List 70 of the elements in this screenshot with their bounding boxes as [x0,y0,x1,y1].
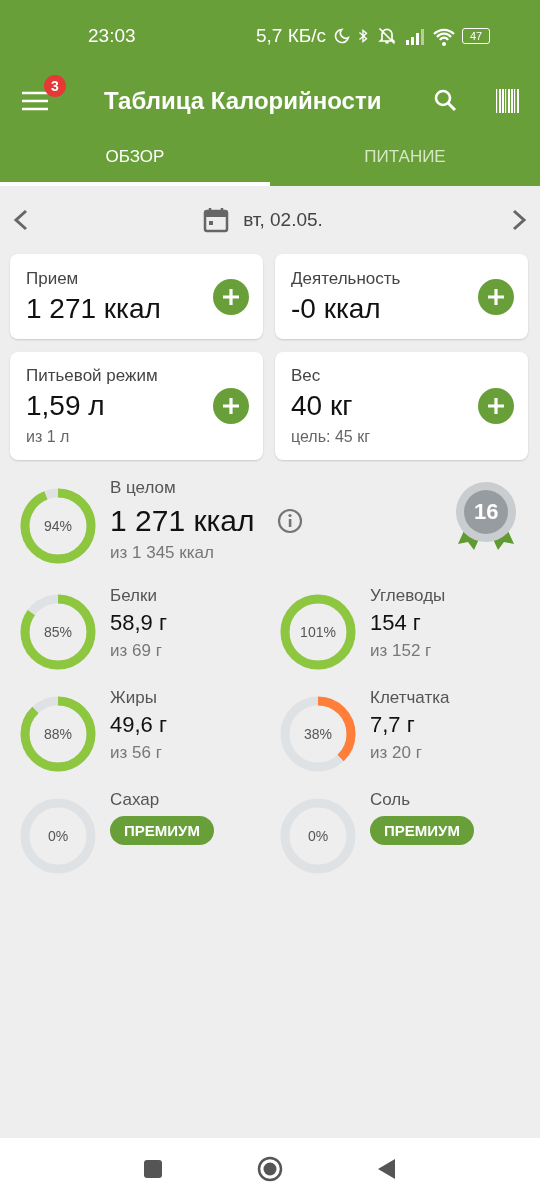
card-label: Питьевой режим [26,366,159,386]
notification-badge: 3 [44,75,66,97]
calendar-icon[interactable] [203,207,230,233]
muted-bell-icon [376,26,398,46]
card-label: Прием [26,268,80,289]
app-title: Таблица Калорийности [104,87,383,115]
nutrient-value: 154 г [370,610,422,636]
card-value: 1 271 ккал [26,292,162,325]
back-icon[interactable] [377,1158,397,1180]
nutrient-goal: из 69 г [110,641,163,661]
summary-card[interactable]: Деятельность -0 ккал [275,254,528,339]
percent-label: 85% [44,624,72,640]
nutrient-goal: из 152 г [370,641,433,661]
card-value: 40 кг [291,390,354,422]
nutrient-goal: из 20 г [370,743,423,763]
add-button[interactable] [213,388,249,424]
percent-label: 88% [44,726,72,742]
nutrient-name: Жиры [110,688,158,708]
date-label[interactable]: вт, 02.05. [243,209,323,231]
home-icon[interactable] [257,1156,283,1182]
card-note: цель: 45 кг [291,428,371,446]
add-button[interactable] [213,278,249,315]
nutrient-goal: из 56 г [110,743,163,763]
medal-number: 16 [474,499,498,525]
summary-card[interactable]: Прием 1 271 ккал [10,254,263,339]
percent-label: 0% [307,828,329,844]
square-icon[interactable] [143,1159,163,1179]
summary-card[interactable]: Вес 40 кг цель: 45 кг [275,352,528,460]
wifi-icon [432,26,456,46]
add-button[interactable] [478,388,514,424]
overall-label: В целом [110,478,177,498]
nutrient-name: Клетчатка [370,688,450,708]
add-button[interactable] [478,278,514,315]
plus-icon [487,287,505,306]
percent-label: 101% [300,624,336,640]
summary-card[interactable]: Питьевой режим 1,59 л из 1 л [10,352,263,460]
plus-icon [487,397,505,415]
card-label: Деятельность [291,268,402,289]
moon-icon [332,27,350,45]
nutrient-value: 7,7 г [370,712,416,738]
menu-button[interactable] [22,91,48,111]
nutrient-name: Соль [370,790,412,810]
percent-label: 0% [47,828,69,844]
plus-icon [222,287,240,306]
plus-icon [222,397,240,415]
percent-label: 94% [44,518,72,534]
network-speed: 5,7 КБ/с [256,25,326,47]
card-value: -0 ккал [291,292,382,325]
card-label: Вес [291,366,322,386]
battery-level: 47 [469,30,483,42]
nutrient-name: Сахар [110,790,161,810]
signal-icon [404,26,426,46]
nutrient-name: Белки [110,586,158,606]
nutrient-value: 58,9 г [110,610,167,636]
overall-goal: из 1 345 ккал [110,543,215,563]
card-note: из 1 л [26,428,71,446]
nutrient-value: 49,6 г [110,712,167,738]
barcode-icon[interactable] [496,88,520,114]
medal-icon [454,482,518,552]
overall-value: 1 271 ккал [110,504,255,538]
nutrient-name: Углеводы [370,586,446,606]
bluetooth-icon [356,26,370,46]
info-icon[interactable] [276,508,303,534]
chevron-left-icon[interactable] [12,208,30,232]
clock-time: 23:03 [88,25,136,47]
chevron-right-icon[interactable] [510,208,528,232]
percent-label: 38% [304,726,332,742]
menu-icon [22,91,48,111]
card-value: 1,59 л [26,390,106,422]
search-icon[interactable] [434,89,458,113]
